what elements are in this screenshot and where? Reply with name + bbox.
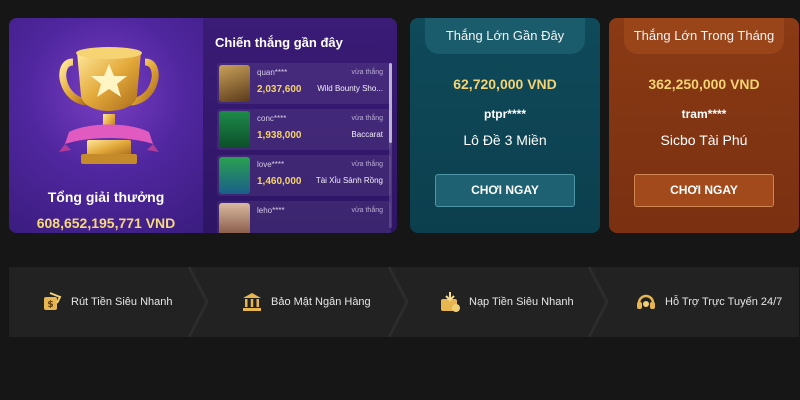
feature-label: Bảo Mật Ngân Hàng xyxy=(271,296,371,308)
monthly-big-win-title: Thắng Lớn Trong Tháng xyxy=(624,18,784,54)
feature-fast-deposit: Nạp Tiền Siêu Nhanh xyxy=(439,267,574,337)
jackpot-total-label: Tổng giải thưởng xyxy=(47,189,165,205)
win-game: Wild Bounty Sho... xyxy=(317,84,383,93)
features-bar: $ Rút Tiền Siêu Nhanh Bảo Mật Ngân Hàng … xyxy=(9,267,799,337)
win-tag: vừa thắng xyxy=(351,115,383,122)
chevron-right-icon xyxy=(187,267,209,337)
recent-wins-panel: Chiến thắng gần đây quan**** vừa thắng 2… xyxy=(203,18,397,233)
game-thumbnail xyxy=(219,157,250,194)
feature-label: Nạp Tiền Siêu Nhanh xyxy=(469,296,574,308)
cash-withdraw-icon: $ xyxy=(44,292,62,310)
recent-big-win-user: ptpr**** xyxy=(483,107,526,121)
chevron-right-icon xyxy=(587,267,609,337)
win-game: Baccarat xyxy=(351,130,383,139)
recent-wins-title: Chiến thắng gần đây xyxy=(215,35,343,50)
play-now-button[interactable]: CHƠI NGAY xyxy=(435,174,575,207)
winner-username: love**** xyxy=(257,160,285,169)
scrollbar-thumb[interactable] xyxy=(389,63,392,143)
recent-big-win-game: Lô Đề 3 Miền xyxy=(463,132,547,148)
winner-username: quan**** xyxy=(257,68,288,77)
recent-wins-scrollbar[interactable] xyxy=(389,63,392,228)
list-item[interactable]: love**** vừa thắng 1,460,000 Tài Xỉu Sản… xyxy=(217,155,391,196)
list-item[interactable]: quan**** vừa thắng 2,037,600 Wild Bounty… xyxy=(217,63,391,104)
list-item[interactable]: leho**** vừa thắng xyxy=(217,201,391,233)
win-tag: vừa thắng xyxy=(351,207,383,214)
jackpot-summary: Tổng giải thưởng 608,652,195,771 VND xyxy=(9,18,203,233)
game-thumbnail xyxy=(219,203,250,233)
game-thumbnail xyxy=(219,111,250,148)
feature-label: Rút Tiền Siêu Nhanh xyxy=(71,296,173,308)
win-tag: vừa thắng xyxy=(351,69,383,76)
feature-support-24-7: Hỗ Trợ Trực Tuyến 24/7 xyxy=(635,267,782,337)
chevron-right-icon xyxy=(387,267,409,337)
monthly-big-win-user: tram**** xyxy=(681,107,727,121)
recent-big-win-amount: 62,720,000 VND xyxy=(453,76,557,92)
deposit-icon xyxy=(441,292,460,312)
winner-username: leho**** xyxy=(257,206,285,215)
jackpot-panel: Tổng giải thưởng 608,652,195,771 VND Chi… xyxy=(9,18,397,233)
recent-wins-list[interactable]: quan**** vừa thắng 2,037,600 Wild Bounty… xyxy=(217,63,391,233)
win-tag: vừa thắng xyxy=(351,161,383,168)
monthly-big-win-game: Sicbo Tài Phú xyxy=(660,132,748,148)
feature-bank-security: Bảo Mật Ngân Hàng xyxy=(241,267,371,337)
list-item[interactable]: conc**** vừa thắng 1,938,000 Baccarat xyxy=(217,109,391,150)
bank-security-icon xyxy=(243,293,261,311)
headset-support-icon xyxy=(637,294,655,309)
win-amount: 1,938,000 xyxy=(257,130,302,141)
recent-big-win-card: Thắng Lớn Gần Đây 62,720,000 VND ptpr***… xyxy=(410,18,600,233)
trophy-icon xyxy=(59,47,159,164)
monthly-big-win-amount: 362,250,000 VND xyxy=(648,76,760,92)
feature-fast-withdraw: $ Rút Tiền Siêu Nhanh xyxy=(41,267,173,337)
svg-text:$: $ xyxy=(47,300,53,310)
jackpot-total-value: 608,652,195,771 VND xyxy=(36,215,176,231)
winner-username: conc**** xyxy=(257,114,287,123)
win-amount: 1,460,000 xyxy=(257,176,302,187)
feature-label: Hỗ Trợ Trực Tuyến 24/7 xyxy=(665,296,783,308)
play-now-button[interactable]: CHƠI NGAY xyxy=(634,174,774,207)
win-game: Tài Xỉu Sảnh Rồng xyxy=(315,176,383,185)
monthly-big-win-card: Thắng Lớn Trong Tháng 362,250,000 VND tr… xyxy=(609,18,799,233)
game-thumbnail xyxy=(219,65,250,102)
win-amount: 2,037,600 xyxy=(257,84,302,95)
recent-big-win-title: Thắng Lớn Gần Đây xyxy=(425,18,585,54)
